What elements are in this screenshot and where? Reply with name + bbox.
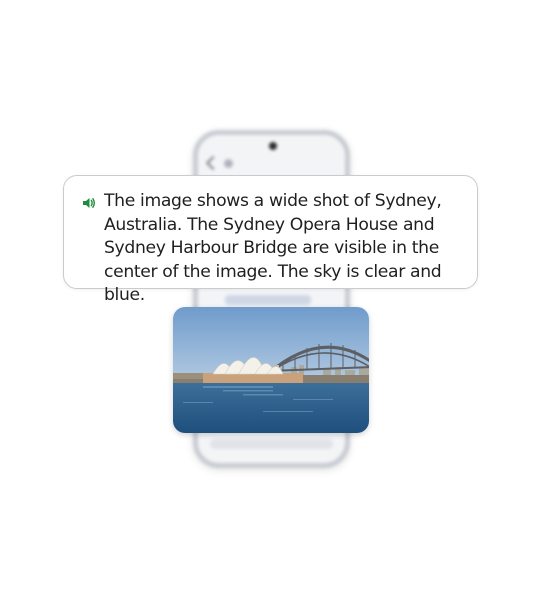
- photo-illustration: [173, 307, 369, 433]
- back-icon: [205, 155, 221, 171]
- front-camera: [269, 142, 277, 150]
- opera-house-base: [203, 373, 303, 383]
- image-description-text: The image shows a wide shot of Sydney, A…: [104, 191, 442, 305]
- avatar: [224, 158, 233, 168]
- phone-top-bar: [205, 155, 335, 171]
- image-description-card: The image shows a wide shot of Sydney, A…: [63, 175, 478, 305]
- speaker-icon: [83, 198, 95, 208]
- sydney-harbour-photo: [173, 307, 369, 433]
- phone-bottom-bar: [210, 439, 333, 449]
